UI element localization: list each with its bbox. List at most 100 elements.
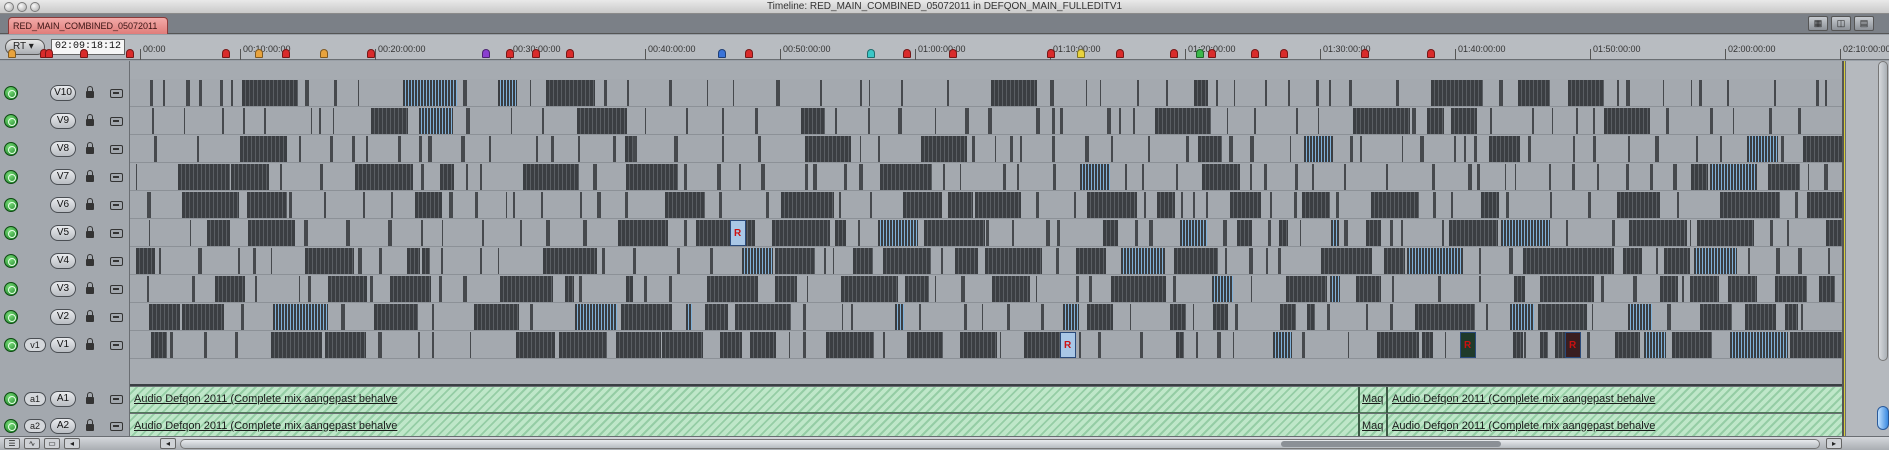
video-clip[interactable] bbox=[1181, 192, 1183, 218]
video-clip[interactable] bbox=[859, 164, 863, 190]
video-clip[interactable] bbox=[1099, 80, 1102, 106]
video-clip[interactable] bbox=[1700, 304, 1733, 330]
video-clip[interactable] bbox=[1710, 164, 1757, 190]
video-clip[interactable] bbox=[1023, 332, 1064, 358]
destination-track-control[interactable]: V1 bbox=[50, 337, 76, 353]
video-clip[interactable] bbox=[835, 220, 847, 246]
video-clip[interactable] bbox=[541, 192, 543, 218]
video-clip[interactable] bbox=[904, 276, 930, 302]
video-clip[interactable] bbox=[918, 304, 922, 330]
video-clip[interactable] bbox=[1155, 108, 1211, 134]
video-clip[interactable] bbox=[480, 164, 483, 190]
video-clip[interactable] bbox=[1699, 80, 1703, 106]
video-clip[interactable] bbox=[1205, 192, 1208, 218]
video-clip[interactable] bbox=[1169, 304, 1187, 330]
video-clip[interactable] bbox=[1386, 164, 1388, 190]
video-clip[interactable] bbox=[182, 304, 225, 330]
horizontal-scroll-thumb[interactable] bbox=[1281, 441, 1501, 447]
video-clip[interactable] bbox=[1691, 80, 1693, 106]
video-clip[interactable] bbox=[992, 276, 1030, 302]
video-clip[interactable] bbox=[1513, 332, 1524, 358]
video-clip[interactable] bbox=[1085, 80, 1088, 106]
video-clip[interactable] bbox=[1250, 276, 1252, 302]
video-clip-labeled[interactable]: R bbox=[1060, 332, 1076, 358]
video-clip[interactable] bbox=[1662, 80, 1665, 106]
video-clip[interactable] bbox=[346, 220, 350, 246]
auto-select-icon[interactable] bbox=[110, 257, 123, 266]
video-clip[interactable] bbox=[776, 80, 780, 106]
audio-track-row[interactable]: Audio Defqon 2011 (Complete mix aangepas… bbox=[130, 386, 1845, 414]
video-clip[interactable] bbox=[1211, 276, 1233, 302]
video-clip[interactable] bbox=[1202, 164, 1241, 190]
sequence-marker[interactable] bbox=[867, 49, 875, 58]
video-clip[interactable] bbox=[298, 136, 301, 162]
video-clip[interactable] bbox=[1009, 136, 1013, 162]
video-clip[interactable] bbox=[921, 136, 967, 162]
video-clip[interactable] bbox=[370, 276, 373, 302]
current-timecode-field[interactable]: 02:09:18:12 bbox=[51, 39, 125, 55]
video-clip[interactable] bbox=[1453, 136, 1457, 162]
video-clip[interactable] bbox=[522, 164, 579, 190]
video-clip[interactable] bbox=[765, 192, 770, 218]
video-clip[interactable] bbox=[1505, 192, 1510, 218]
video-clip[interactable] bbox=[1376, 332, 1419, 358]
video-clip[interactable] bbox=[357, 80, 360, 106]
video-clip[interactable] bbox=[1330, 276, 1340, 302]
video-clip[interactable] bbox=[1180, 220, 1208, 246]
video-clip[interactable] bbox=[684, 220, 688, 246]
video-clip[interactable] bbox=[406, 248, 421, 274]
video-clip[interactable] bbox=[1611, 220, 1615, 246]
video-clip[interactable] bbox=[1321, 248, 1372, 274]
video-clip[interactable] bbox=[1552, 108, 1554, 134]
audio-track-row[interactable]: Audio Defqon 2011 (Complete mix aangepas… bbox=[130, 413, 1845, 436]
video-clip[interactable] bbox=[1522, 248, 1584, 274]
track-audible-toggle[interactable] bbox=[4, 419, 18, 433]
video-track-row[interactable] bbox=[130, 107, 1845, 135]
sequence-marker[interactable] bbox=[255, 49, 263, 58]
video-clip[interactable] bbox=[1166, 80, 1168, 106]
video-clip[interactable] bbox=[1232, 332, 1235, 358]
video-clip[interactable] bbox=[959, 164, 962, 190]
video-clip[interactable] bbox=[366, 136, 368, 162]
video-clip[interactable] bbox=[1360, 136, 1362, 162]
video-clip[interactable] bbox=[620, 304, 672, 330]
sequence-marker[interactable] bbox=[903, 49, 911, 58]
lock-icon[interactable] bbox=[86, 226, 94, 240]
auto-select-icon[interactable] bbox=[110, 422, 123, 431]
audio-scroll-thumb[interactable] bbox=[1877, 406, 1889, 430]
video-clip[interactable] bbox=[1349, 136, 1354, 162]
video-clip[interactable] bbox=[325, 332, 366, 358]
video-clip[interactable] bbox=[519, 220, 523, 246]
video-clip[interactable] bbox=[497, 80, 517, 106]
video-clip[interactable] bbox=[441, 220, 444, 246]
track-visibility-toggle[interactable] bbox=[4, 198, 18, 212]
video-clip[interactable] bbox=[1344, 220, 1349, 246]
video-clip[interactable] bbox=[1062, 304, 1079, 330]
video-clip[interactable] bbox=[685, 304, 693, 330]
video-clip[interactable] bbox=[248, 220, 295, 246]
video-track-row[interactable] bbox=[130, 275, 1845, 303]
video-clip[interactable] bbox=[420, 164, 425, 190]
sequence-marker[interactable] bbox=[320, 49, 328, 58]
video-clip[interactable] bbox=[387, 220, 392, 246]
video-clip[interactable] bbox=[239, 136, 287, 162]
video-clip[interactable] bbox=[428, 136, 433, 162]
track-visibility-toggle[interactable] bbox=[4, 142, 18, 156]
video-clip[interactable] bbox=[1348, 80, 1353, 106]
video-clip[interactable] bbox=[1336, 192, 1339, 218]
video-clip[interactable] bbox=[1019, 136, 1022, 162]
video-clip[interactable] bbox=[1273, 332, 1292, 358]
video-clip[interactable] bbox=[418, 108, 454, 134]
video-clip[interactable] bbox=[149, 80, 154, 106]
video-clip[interactable] bbox=[1825, 80, 1828, 106]
video-clip[interactable] bbox=[742, 248, 773, 274]
video-clip[interactable] bbox=[1432, 164, 1436, 190]
scroll-left-button[interactable]: ◂ bbox=[160, 438, 176, 449]
video-clip[interactable] bbox=[805, 164, 808, 190]
video-clip[interactable] bbox=[1222, 220, 1227, 246]
video-clip[interactable] bbox=[1481, 192, 1499, 218]
video-clip[interactable] bbox=[819, 80, 823, 106]
video-clip[interactable] bbox=[1770, 220, 1773, 246]
sequence-marker[interactable] bbox=[718, 49, 726, 58]
video-clip[interactable] bbox=[1625, 80, 1630, 106]
